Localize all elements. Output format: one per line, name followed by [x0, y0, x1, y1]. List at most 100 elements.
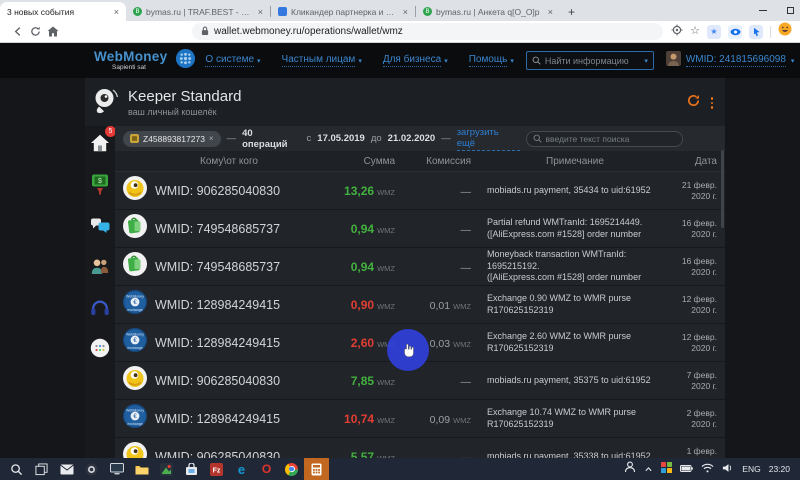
table-row[interactable]: WMID: 906285040830 5,57WMZ — mobiads.ru …	[115, 438, 725, 458]
extension-pointer-icon[interactable]	[749, 25, 763, 39]
edge-app-icon[interactable]: e	[229, 458, 254, 480]
chrome-app-icon[interactable]	[279, 458, 304, 480]
people-icon[interactable]	[624, 460, 636, 478]
table-row[interactable]: WebMoney€exchange WMID: 128984249415 10,…	[115, 400, 725, 438]
taskbar-search-icon[interactable]	[4, 458, 29, 480]
sidebar-item-messages[interactable]	[90, 212, 110, 238]
col-fee[interactable]: Комиссия	[395, 156, 471, 167]
table-row[interactable]: WMID: 749548685737 0,94WMZ — Partial ref…	[115, 210, 725, 248]
defender-icon[interactable]	[661, 460, 672, 478]
purse-filter-chip[interactable]: Z458893817273 ×	[123, 131, 221, 147]
operations-search-box[interactable]	[526, 131, 683, 147]
battery-icon[interactable]	[680, 460, 693, 478]
browser-tab-4[interactable]: B bymas.ru | Анкета q[O_O]p ×	[416, 2, 560, 21]
photos-app-icon[interactable]	[154, 458, 179, 480]
extension-eye-icon[interactable]	[728, 25, 742, 39]
hand-cursor-icon	[402, 343, 415, 358]
sidebar-item-contacts[interactable]	[90, 253, 110, 279]
file-explorer-icon[interactable]	[129, 458, 154, 480]
table-row[interactable]: WMID: 906285040830 13,26WMZ — mobiads.ru…	[115, 172, 725, 210]
url-text: wallet.webmoney.ru/operations/wallet/wmz	[214, 26, 403, 37]
tab-close-icon[interactable]: ×	[256, 7, 263, 17]
bookmark-star-icon[interactable]: ☆	[690, 26, 700, 37]
counterparty-icon	[122, 441, 148, 458]
browser-app-icon[interactable]	[79, 458, 104, 480]
back-icon[interactable]	[8, 26, 26, 37]
tab-close-icon[interactable]: ×	[546, 7, 553, 17]
note-line2: R170625152319	[487, 419, 663, 431]
store-app-icon[interactable]	[179, 458, 204, 480]
user-avatar[interactable]	[666, 51, 681, 71]
webmoney-logo[interactable]: WebMoney Sapienti sat	[94, 50, 167, 72]
table-row[interactable]: WMID: 906285040830 7,85WMZ — mobiads.ru …	[115, 362, 725, 400]
col-note[interactable]: Примечание	[471, 156, 663, 167]
tray-chevron-up-icon[interactable]	[644, 460, 653, 478]
fee-value: 0,09	[430, 414, 450, 426]
counterparty-wmid: WMID: 128984249415	[155, 336, 280, 350]
browser-tab-3[interactable]: Кликандер партнерка и тизерн ×	[271, 2, 415, 21]
location-target-icon[interactable]	[671, 23, 683, 41]
volume-icon[interactable]	[722, 460, 734, 478]
date-line2: 2020 г.	[663, 191, 717, 202]
clock[interactable]: 23:20	[769, 464, 790, 474]
amount-value: 0,90	[351, 298, 374, 312]
new-tab-button[interactable]: +	[560, 5, 583, 21]
opera-app-icon[interactable]: O	[254, 458, 279, 480]
wmid-link[interactable]: WMID: 241815696098	[686, 54, 786, 67]
wifi-icon[interactable]	[701, 460, 714, 478]
site-search-box[interactable]: ▾	[526, 51, 654, 70]
profile-avatar-smiley[interactable]	[778, 22, 792, 41]
remote-desktop-app-icon[interactable]	[104, 458, 129, 480]
svg-text:exchange: exchange	[127, 346, 143, 350]
maximize-icon[interactable]	[787, 7, 794, 14]
col-amount[interactable]: Сумма	[303, 156, 395, 167]
date-line1: 21 февр.	[663, 180, 717, 191]
counterparty-wmid: WMID: 128984249415	[155, 298, 280, 312]
sidebar-item-home[interactable]: 5	[90, 130, 110, 156]
chevron-down-icon[interactable]: ▾	[791, 57, 795, 65]
webmoney-globe-icon	[175, 48, 196, 74]
remove-filter-icon[interactable]: ×	[209, 134, 214, 143]
nav-help[interactable]: Помощь▾	[469, 54, 514, 67]
page-title: Keeper Standard	[128, 88, 241, 105]
extension-star-icon[interactable]: ★	[707, 25, 721, 39]
col-date[interactable]: Дата	[663, 156, 717, 167]
summary-dash: —	[227, 133, 237, 144]
tab-close-icon[interactable]: ×	[112, 7, 119, 17]
mail-app-icon[interactable]	[54, 458, 79, 480]
logo-tagline: Sapienti sat	[94, 64, 167, 71]
col-counterparty[interactable]: Кому\от кого	[155, 156, 303, 167]
home-icon[interactable]	[44, 26, 62, 37]
refresh-icon[interactable]	[26, 26, 44, 37]
chevron-down-icon[interactable]: ▾	[644, 57, 648, 65]
nav-business[interactable]: Для бизнеса▾	[383, 54, 448, 67]
table-scrollbar[interactable]	[721, 150, 724, 228]
fee-value: 0,01	[430, 300, 450, 312]
site-search-input[interactable]	[545, 56, 640, 66]
more-menu-icon[interactable]	[711, 97, 714, 109]
address-bar[interactable]: wallet.webmoney.ru/operations/wallet/wmz	[192, 23, 663, 40]
amount-currency: WMZ	[377, 378, 395, 387]
calculator-app-icon[interactable]	[304, 458, 329, 480]
nav-about-system[interactable]: О системе▾	[205, 54, 260, 67]
sidebar-item-top-up[interactable]: $	[90, 171, 110, 197]
table-row[interactable]: WebMoney€exchange WMID: 128984249415 0,9…	[115, 286, 725, 324]
language-indicator[interactable]: ENG	[742, 464, 760, 474]
filezilla-app-icon[interactable]: Fz	[204, 458, 229, 480]
tab-title: bymas.ru | Анкета q[O_O]p	[436, 7, 542, 17]
operations-search-input[interactable]	[546, 134, 676, 144]
task-view-icon[interactable]	[29, 458, 54, 480]
refresh-operations-icon[interactable]	[687, 94, 700, 112]
sidebar-item-services[interactable]	[90, 335, 110, 361]
counterparty-icon	[122, 365, 148, 396]
chevron-down-icon: ▾	[510, 57, 514, 65]
tab-close-icon[interactable]: ×	[401, 7, 408, 17]
browser-tab-active[interactable]: 3 новых события ×	[0, 2, 126, 21]
lock-icon	[201, 23, 209, 41]
table-row[interactable]: WMID: 749548685737 0,94WMZ — Moneyback t…	[115, 248, 725, 286]
load-more-link[interactable]: загрузить ещё	[457, 127, 520, 151]
sidebar-item-support[interactable]	[90, 294, 110, 320]
minimize-icon[interactable]	[759, 10, 767, 11]
nav-private[interactable]: Частным лицам▾	[282, 54, 362, 67]
browser-tab-2[interactable]: B bymas.ru | TRAF.BEST - отзывы ×	[126, 2, 270, 21]
